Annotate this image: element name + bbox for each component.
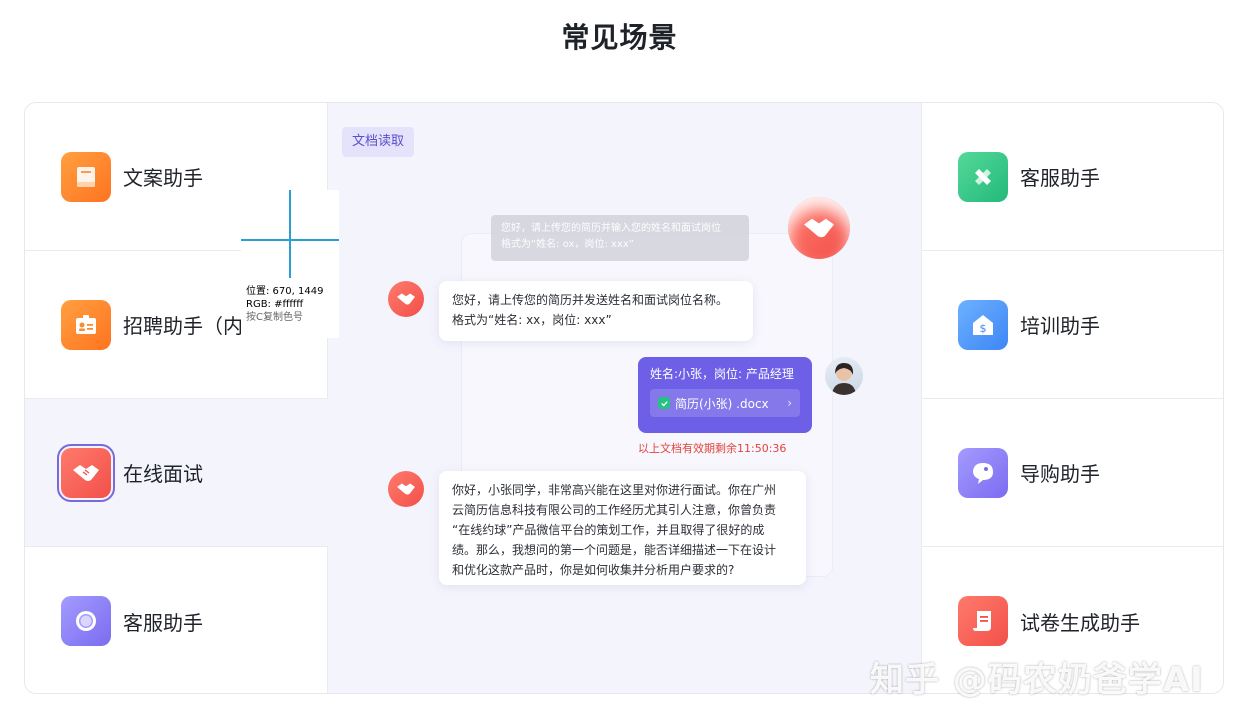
ring-icon [61, 596, 111, 646]
attachment-chip[interactable]: 简历(小张) .docx › [650, 389, 800, 417]
picker-hint: 按C复制色号 [246, 312, 303, 323]
check-icon [658, 397, 670, 409]
handshake-icon [788, 197, 850, 259]
bot-avatar [388, 471, 424, 507]
document-icon [61, 151, 111, 202]
crosshair-vertical [289, 190, 291, 278]
card-label: 客服助手 [123, 610, 203, 635]
expire-note: 以上文档有效期剩余11:50:36 [638, 442, 787, 455]
card-label: 文案助手 [123, 166, 203, 190]
svg-text:$: $ [980, 322, 987, 335]
doc-read-tag[interactable]: 文档读取 [342, 127, 415, 157]
ghost-message: 您好，请上传您的简历并输入您的姓名和面试岗位 格式为“姓名: ox，岗位: xx… [491, 215, 749, 261]
card-label: 在线面试 [123, 462, 203, 486]
color-picker-overlay: 位置: 670, 1449 RGB: #ffffff 按C复制色号 [241, 190, 339, 338]
card-online-interview[interactable]: 在线面试 [25, 399, 328, 547]
user-message: 姓名:小张，岗位: 产品经理 简历(小张) .docx › [638, 357, 812, 433]
watermark: 知乎 @码农奶爸学AI [870, 660, 1204, 700]
chat-bubble-icon [958, 447, 1008, 498]
handshake-icon [397, 293, 415, 305]
card-shopping-guide[interactable]: 导购助手 [921, 399, 1223, 547]
card-label: 试卷生成助手 [1020, 610, 1140, 635]
scenario-panel: 文案助手 招聘助手（内 在线面试 客服助手 文档读取 您好，请上传您的简历并输入… [24, 102, 1224, 694]
dollar-house-icon: $ [958, 299, 1008, 350]
exam-paper-icon [958, 596, 1008, 646]
bot-message: 您好，请上传您的简历并发送姓名和面试岗位名称。 格式为“姓名: xx，岗位: x… [439, 281, 753, 341]
chevron-right-icon: › [787, 396, 792, 410]
card-label: 客服助手 [1020, 166, 1100, 190]
card-customer-service-left[interactable]: 客服助手 [25, 547, 328, 693]
page-title: 常见场景 [561, 21, 678, 54]
bot-avatar [388, 281, 424, 317]
picker-position: 位置: 670, 1449 [246, 286, 324, 297]
crosshair-horizontal [241, 239, 339, 241]
card-training-assistant[interactable]: $ 培训助手 [921, 251, 1223, 399]
handshake-icon [397, 483, 415, 495]
user-avatar [825, 357, 863, 395]
chat-preview: 文档读取 您好，请上传您的简历并输入您的姓名和面试岗位 格式为“姓名: ox，岗… [328, 103, 921, 693]
id-card-icon [61, 299, 111, 350]
handshake-icon [57, 443, 115, 502]
card-customer-service-right[interactable]: 客服助手 [921, 103, 1223, 251]
card-label: 导购助手 [1020, 462, 1100, 486]
picker-rgb: RGB: #ffffff [246, 299, 304, 310]
card-label: 培训助手 [1020, 314, 1100, 338]
right-scenario-list: 客服助手 $ 培训助手 导购助手 试卷生成助手 [921, 103, 1223, 693]
card-label: 招聘助手（内 [123, 314, 243, 338]
bot-message: 你好，小张同学，非常高兴能在这里对你进行面试。你在广州 云简历信息科技有限公司的… [439, 471, 806, 585]
tools-icon [958, 151, 1008, 202]
